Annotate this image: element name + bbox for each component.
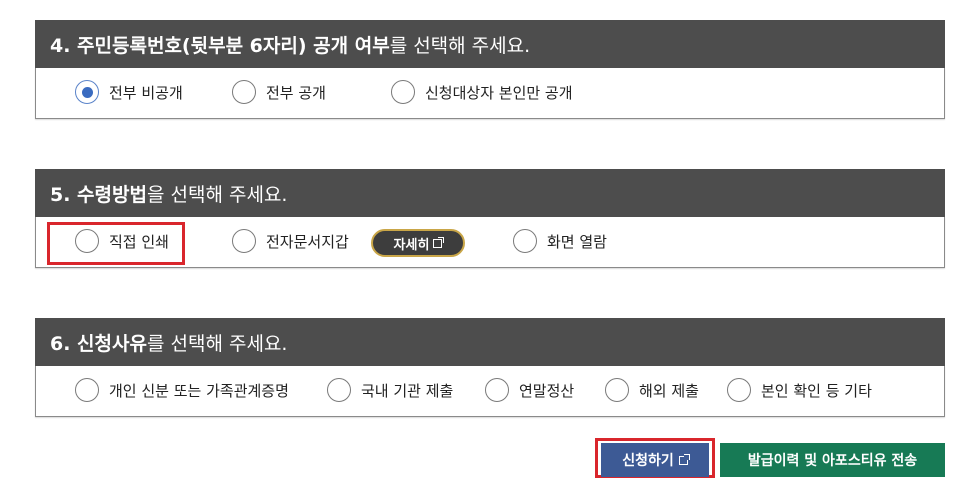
radio-unchecked-icon[interactable] (391, 80, 415, 104)
section-4-header: 4. 주민등록번호(뒷부분 6자리) 공개 여부 를 선택해 주세요. (35, 20, 945, 68)
radio-label: 연말정산 (519, 381, 575, 400)
section-4-title: 4. 주민등록번호(뒷부분 6자리) 공개 여부 (50, 34, 390, 57)
radio-unchecked-icon[interactable] (327, 378, 351, 402)
issue-history-button-label: 발급이력 및 아포스티유 전송 (747, 453, 918, 469)
section-6-header: 6. 신청사유 를 선택해 주세요. (35, 318, 945, 366)
radio-option-other[interactable]: 본인 확인 등 기타 (727, 378, 872, 402)
section-6-title-suffix: 를 선택해 주세요. (146, 332, 288, 355)
radio-option-identity-family[interactable]: 개인 신분 또는 가족관계증명 (75, 378, 289, 402)
radio-unchecked-icon[interactable] (513, 229, 537, 253)
external-link-icon (433, 236, 445, 248)
radio-unchecked-icon[interactable] (605, 378, 629, 402)
apply-button-label: 신청하기 (622, 453, 674, 469)
radio-option-e-wallet[interactable]: 전자문서지갑 (232, 229, 349, 253)
section-5-title-suffix: 을 선택해 주세요. (146, 183, 288, 206)
external-link-icon (678, 453, 690, 465)
radio-label: 신청대상자 본인만 공개 (425, 83, 573, 102)
section-5-title: 5. 수령방법 (50, 183, 147, 206)
radio-unchecked-icon[interactable] (232, 229, 256, 253)
radio-option-all-public[interactable]: 전부 공개 (232, 80, 326, 104)
radio-option-screen-view[interactable]: 화면 열람 (513, 229, 607, 253)
radio-option-self-only[interactable]: 신청대상자 본인만 공개 (391, 80, 573, 104)
radio-label: 본인 확인 등 기타 (761, 381, 872, 400)
section-4-options: 전부 비공개 전부 공개 신청대상자 본인만 공개 (35, 68, 945, 119)
radio-option-all-private[interactable]: 전부 비공개 (75, 80, 183, 104)
radio-label: 국내 기관 제출 (361, 381, 454, 400)
details-button[interactable]: 자세히 (371, 229, 465, 257)
radio-unchecked-icon[interactable] (485, 378, 509, 402)
section-6-options: 개인 신분 또는 가족관계증명 국내 기관 제출 연말정산 해외 제출 본인 확… (35, 366, 945, 417)
section-6-title: 6. 신청사유 (50, 332, 147, 355)
radio-label: 화면 열람 (547, 232, 607, 251)
radio-unchecked-icon[interactable] (727, 378, 751, 402)
radio-checked-icon[interactable] (75, 80, 99, 104)
section-5-header: 5. 수령방법 을 선택해 주세요. (35, 169, 945, 217)
radio-label: 전부 비공개 (109, 83, 183, 102)
radio-unchecked-icon[interactable] (75, 378, 99, 402)
section-4-title-suffix: 를 선택해 주세요. (389, 34, 531, 57)
apply-button[interactable]: 신청하기 (601, 443, 709, 477)
radio-label: 전부 공개 (266, 83, 326, 102)
direct-print-highlight (47, 222, 185, 265)
radio-option-overseas-submission[interactable]: 해외 제출 (605, 378, 699, 402)
section-ssn-disclosure: 4. 주민등록번호(뒷부분 6자리) 공개 여부 를 선택해 주세요. 전부 비공… (35, 20, 945, 119)
radio-label: 전자문서지갑 (266, 232, 349, 251)
radio-option-year-end-tax[interactable]: 연말정산 (485, 378, 574, 402)
section-application-reason: 6. 신청사유 를 선택해 주세요. 개인 신분 또는 가족관계증명 국내 기관 … (35, 318, 945, 417)
details-button-label: 자세히 (393, 237, 430, 253)
radio-option-domestic-submission[interactable]: 국내 기관 제출 (327, 378, 453, 402)
radio-unchecked-icon[interactable] (232, 80, 256, 104)
radio-label: 개인 신분 또는 가족관계증명 (109, 381, 289, 400)
radio-label: 해외 제출 (639, 381, 699, 400)
issue-history-button[interactable]: 발급이력 및 아포스티유 전송 (720, 443, 945, 477)
